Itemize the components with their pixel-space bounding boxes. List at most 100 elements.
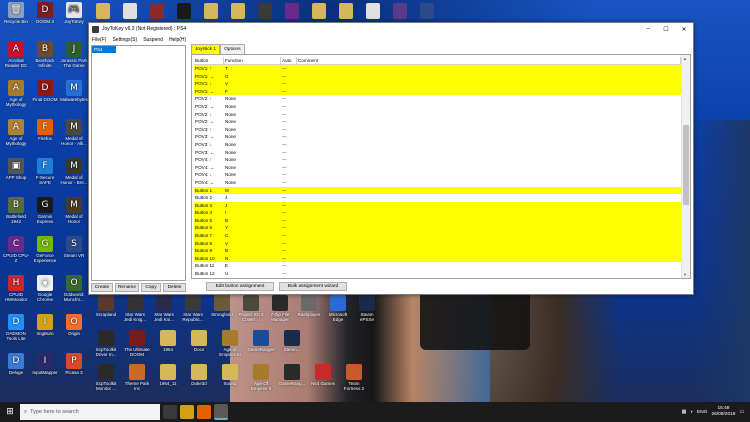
- desktop-icon[interactable]: A Age of Mythology: [2, 80, 30, 107]
- desktop-icon[interactable]: 🎮 JoyToKey: [60, 2, 88, 29]
- table-row[interactable]: Button 11 E ---: [194, 262, 681, 270]
- desktop-icon[interactable]: P Picasa 3: [60, 353, 88, 380]
- menu-file[interactable]: File(F): [92, 37, 106, 43]
- table-row[interactable]: POV2: → None ---: [194, 103, 681, 111]
- table-row[interactable]: Button 9 B ---: [194, 247, 681, 255]
- top-strip-icon[interactable]: [96, 3, 110, 19]
- desktop-icon[interactable]: D DOOM 3: [31, 2, 59, 29]
- top-strip-icon[interactable]: [231, 3, 245, 19]
- table-row[interactable]: Button 1 M ---: [194, 186, 681, 195]
- menu-help[interactable]: Help(H): [169, 37, 186, 43]
- desktop-icon[interactable]: 🗑 Recycle Bin: [2, 2, 30, 29]
- desktop-icon[interactable]: J Jurassic Park The Game: [60, 41, 88, 68]
- table-row[interactable]: Button 6 Y ---: [194, 224, 681, 233]
- table-row[interactable]: POV2: ← None ---: [194, 118, 681, 126]
- table-row[interactable]: Button 10 N ---: [194, 254, 681, 263]
- desktop-icon[interactable]: Star Wars Jedi Kni...: [150, 295, 178, 322]
- profile-list[interactable]: PS4: [91, 45, 186, 281]
- desktop-icon[interactable]: M Malwarebytes: [60, 80, 88, 107]
- table-row[interactable]: Button 3 J ---: [194, 201, 681, 210]
- header-function[interactable]: Function: [224, 57, 281, 64]
- table-row[interactable]: POV1: → G ---: [194, 72, 681, 81]
- header-auto[interactable]: Auto: [281, 57, 297, 64]
- firefox-taskbar-icon[interactable]: [197, 405, 211, 419]
- table-row[interactable]: POV2: ↓ None ---: [194, 111, 681, 119]
- top-strip-icon[interactable]: [339, 3, 353, 19]
- desktop-icon[interactable]: Stronghold: [208, 295, 236, 322]
- desktop-icon[interactable]: Steam...: [278, 330, 306, 357]
- top-strip-icon[interactable]: [285, 3, 299, 19]
- tray-volume-icon[interactable]: ◖: [690, 410, 693, 415]
- desktop-icon[interactable]: G GeForce Experience: [31, 236, 59, 263]
- delete-button[interactable]: Delete: [163, 283, 186, 292]
- table-row[interactable]: POV1: ↓ V ---: [194, 80, 681, 88]
- desktop-icon[interactable]: D DAEMON Tools Lite: [2, 314, 30, 341]
- desktop-icon[interactable]: Scrapland: [92, 295, 120, 322]
- top-strip-icon[interactable]: [123, 3, 137, 19]
- task-view-icon[interactable]: [163, 405, 177, 419]
- desktop-icon[interactable]: The Ultimate DOOM: [123, 330, 151, 357]
- tray-network-icon[interactable]: ▦: [682, 410, 687, 415]
- desktop-icon[interactable]: F F-Secure SAFE: [31, 158, 59, 185]
- desktop-icon[interactable]: Theme Park Inc: [123, 364, 151, 391]
- desktop-icon[interactable]: F Firefox: [31, 119, 59, 146]
- desktop-icon[interactable]: D Deluge: [2, 353, 30, 380]
- desktop-icon[interactable]: Microsoft Edge: [324, 295, 352, 322]
- create-button[interactable]: Create: [91, 283, 113, 292]
- rename-button[interactable]: Rename: [115, 283, 139, 292]
- header-button[interactable]: Button: [194, 57, 224, 64]
- desktop-icon[interactable]: GameRang...: [278, 364, 306, 391]
- top-strip-icon[interactable]: [393, 3, 407, 19]
- tab-joystick-1[interactable]: Joystick 1: [191, 44, 221, 54]
- desktop-icon[interactable]: ▣ APP Shop: [2, 158, 30, 185]
- desktop-icon[interactable]: D Final DOOM: [31, 80, 59, 107]
- desktop-icon[interactable]: C CPUID CPU-Z: [2, 236, 30, 263]
- desktop-icon[interactable]: Star Wars Jedi Knig...: [121, 295, 149, 322]
- table-row[interactable]: Button 5 B ---: [194, 216, 681, 225]
- top-strip-icon[interactable]: [366, 3, 380, 19]
- desktop-icon[interactable]: M Medal of Honor - Bre...: [60, 158, 88, 185]
- desktop-icon[interactable]: B BioShock Infinite: [31, 41, 59, 68]
- top-strip-icon[interactable]: [150, 3, 164, 19]
- desktop-icon[interactable]: ScpToolkit Monitor ...: [92, 364, 120, 391]
- desktop-icon[interactable]: GameRanger: [247, 330, 275, 357]
- desktop-icon[interactable]: 1964_11: [154, 364, 182, 391]
- top-strip-icon[interactable]: [312, 3, 326, 19]
- title-bar[interactable]: JoyToKey v6.3 (Not Registered) : PS4 – ☐…: [89, 23, 693, 35]
- desktop-icon[interactable]: N64 Games: [309, 364, 337, 391]
- table-row[interactable]: Button 4 I ---: [194, 209, 681, 217]
- table-row[interactable]: POV3: ← None ---: [194, 149, 681, 157]
- table-row[interactable]: Button 8 V ---: [194, 239, 681, 248]
- language-indicator[interactable]: ENG: [697, 410, 707, 415]
- desktop-icon[interactable]: A Age of Mythology: [2, 119, 30, 146]
- top-strip-icon[interactable]: [258, 3, 272, 19]
- menu-settings[interactable]: Settings(S): [112, 37, 137, 43]
- header-comment[interactable]: Comment: [297, 57, 681, 64]
- desktop-icon[interactable]: S Steam VR: [60, 236, 88, 263]
- table-row[interactable]: Button 2 4 ---: [194, 194, 681, 202]
- table-row[interactable]: POV3: → None ---: [194, 133, 681, 141]
- desktop-icon[interactable]: 7-Zip File Manager: [266, 295, 294, 322]
- desktop-icon[interactable]: Rashplayer: [295, 295, 323, 322]
- bulk-assignment-wizard-button[interactable]: Bulk assignment wizard: [279, 282, 347, 291]
- table-row[interactable]: POV3: ↑ None ---: [194, 126, 681, 134]
- desktop-icon[interactable]: M Medal of Honor: [60, 197, 88, 224]
- table-row[interactable]: POV4: → None ---: [194, 164, 681, 172]
- table-row[interactable]: POV2: ↑ None ---: [194, 95, 681, 103]
- table-row[interactable]: Button 7 C ---: [194, 232, 681, 240]
- scroll-thumb[interactable]: [683, 125, 689, 205]
- table-row[interactable]: POV4: ↑ None ---: [194, 156, 681, 164]
- top-strip-icon[interactable]: [204, 3, 218, 19]
- desktop-icon[interactable]: M Medal of Honor - Alli...: [60, 119, 88, 146]
- start-button[interactable]: ⊞: [0, 402, 20, 422]
- desktop-icon[interactable]: Star Wars Republic...: [179, 295, 207, 322]
- table-row[interactable]: POV4: ↓ None ---: [194, 171, 681, 179]
- top-strip-icon[interactable]: [177, 3, 191, 19]
- table-row[interactable]: POV1: ← F ---: [194, 87, 681, 96]
- table-row[interactable]: POV1: ↑ T ---: [194, 65, 681, 73]
- desktop-icon[interactable]: O Oddworld: Munch's...: [60, 275, 88, 302]
- maximize-button[interactable]: ☐: [657, 23, 675, 35]
- desktop-icon[interactable]: Sound: [216, 364, 244, 391]
- close-button[interactable]: ✕: [675, 23, 693, 35]
- scroll-up-icon[interactable]: ▲: [683, 56, 687, 61]
